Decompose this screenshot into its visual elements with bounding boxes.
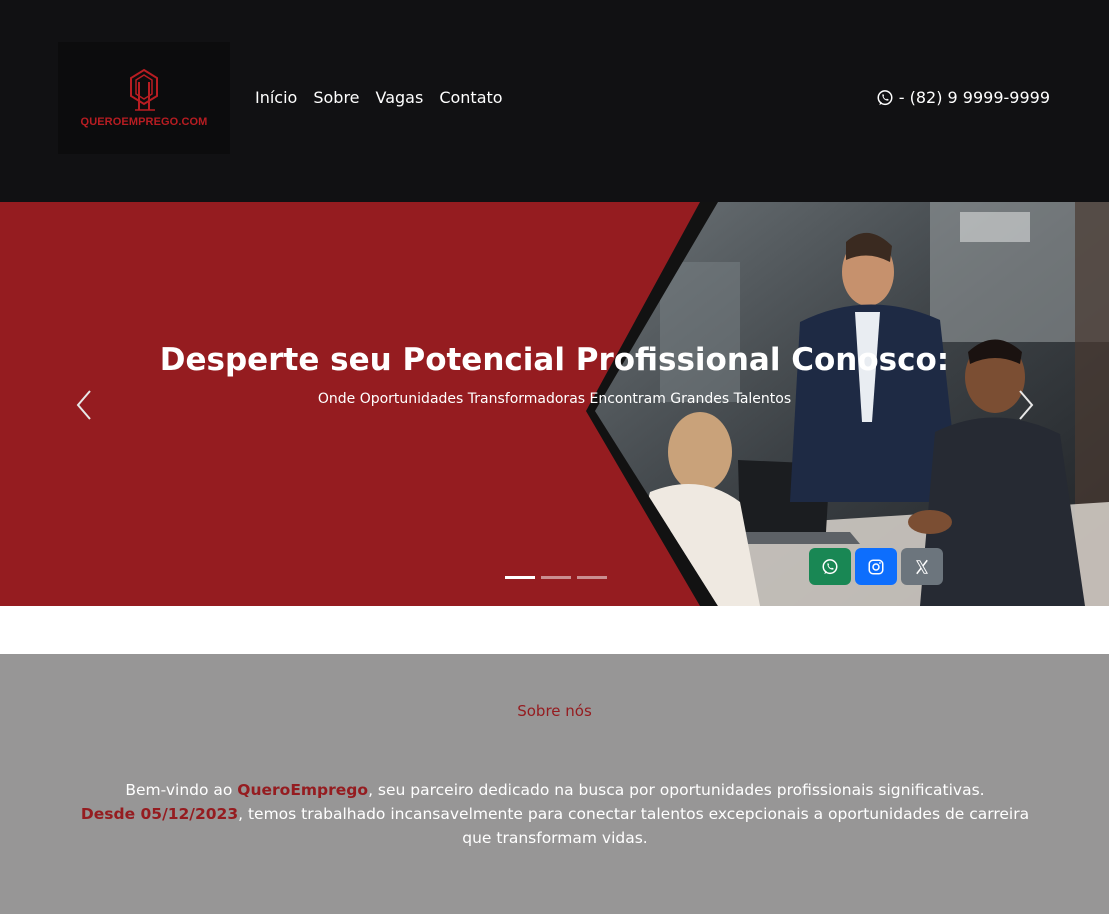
- phone-number: - (82) 9 9999-9999: [898, 88, 1050, 107]
- about-text-intro: Bem-vindo ao: [125, 781, 238, 799]
- chevron-left-icon[interactable]: [74, 388, 94, 422]
- header-phone[interactable]: - (82) 9 9999-9999: [876, 88, 1050, 107]
- carousel-indicators: [505, 576, 607, 579]
- instagram-icon: [868, 559, 884, 574]
- about-heading: Sobre nós: [517, 702, 592, 720]
- carousel-indicator-1[interactable]: [505, 576, 535, 579]
- site-logo[interactable]: QUEROEMPREGO.COM: [58, 42, 230, 154]
- logo-q-icon: [130, 68, 158, 111]
- about-text-line2: , temos trabalhado incansavelmente para …: [238, 805, 1030, 847]
- about-since-date: Desde 05/12/2023: [80, 805, 239, 823]
- about-section: Sobre nós Bem-vindo ao QueroEmprego, seu…: [0, 654, 1109, 914]
- about-brand-name: QueroEmprego: [237, 781, 369, 799]
- hero-subtitle: Onde Oportunidades Transformadoras Encon…: [317, 391, 792, 407]
- site-header: QUEROEMPREGO.COM Início Sobre Vagas Cont…: [0, 0, 1109, 202]
- about-text-line1: , seu parceiro dedicado na busca por opo…: [368, 781, 985, 799]
- hero-title: Desperte seu Potencial Profissional Cono…: [159, 342, 950, 378]
- nav-link-vagas[interactable]: Vagas: [376, 88, 424, 107]
- chevron-right-icon[interactable]: [1016, 388, 1036, 422]
- hero-carousel: Desperte seu Potencial Profissional Cono…: [0, 202, 1109, 606]
- whatsapp-icon: [822, 558, 838, 574]
- whatsapp-button[interactable]: [809, 548, 851, 585]
- logo-text: QUEROEMPREGO.COM: [80, 116, 208, 128]
- nav-link-sobre[interactable]: Sobre: [313, 88, 359, 107]
- about-paragraph: Bem-vindo ao QueroEmprego, seu parceiro …: [80, 778, 1030, 850]
- carousel-indicator-3[interactable]: [577, 576, 607, 579]
- main-nav: Início Sobre Vagas Contato: [255, 88, 503, 107]
- x-button[interactable]: [901, 548, 943, 585]
- x-icon: [916, 559, 928, 574]
- instagram-button[interactable]: [855, 548, 897, 585]
- nav-link-inicio[interactable]: Início: [255, 88, 297, 107]
- whatsapp-icon: [877, 89, 893, 105]
- nav-link-contato[interactable]: Contato: [439, 88, 502, 107]
- carousel-indicator-2[interactable]: [541, 576, 571, 579]
